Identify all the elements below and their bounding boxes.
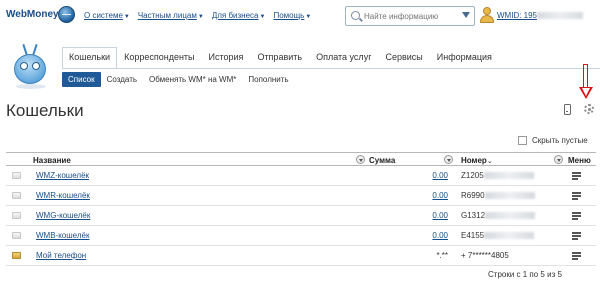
red-arrow-annotation <box>579 64 593 102</box>
sub-tabs: Список Создать Обменять WM* на WM* Попол… <box>62 72 295 87</box>
chevron-down-icon: ▼ <box>305 14 312 20</box>
nav-about-label: О системе <box>84 11 123 20</box>
table-row: WMB-кошелёк 0.00 E4155 <box>6 226 596 246</box>
wallets-table: Название Сумма Номер⌄ Меню WMZ-кошелёк 0… <box>6 152 596 266</box>
column-amount: Сумма <box>369 156 396 165</box>
subtab-topup[interactable]: Пополнить <box>242 72 294 87</box>
wallet-icon <box>12 172 21 179</box>
nav-about[interactable]: О системе▼ <box>84 11 130 20</box>
wallet-link[interactable]: Мой телефон <box>36 251 86 260</box>
search-dropdown-icon[interactable] <box>462 12 470 18</box>
row-menu-icon[interactable] <box>572 192 582 200</box>
tab-send[interactable]: Отправить <box>250 47 309 69</box>
main-tabs: Кошельки Корреспонденты История Отправит… <box>62 47 499 69</box>
tab-payments[interactable]: Оплата услуг <box>309 47 378 69</box>
money-icon <box>12 252 21 259</box>
wallet-amount[interactable]: 0.00 <box>432 171 448 180</box>
gear-icon[interactable] <box>584 104 594 114</box>
wmid-link[interactable]: WMID: 195 <box>497 11 584 20</box>
tab-correspondents[interactable]: Корреспонденты <box>117 47 201 69</box>
subtab-list[interactable]: Список <box>62 72 101 87</box>
wallet-amount[interactable]: 0.00 <box>432 211 448 220</box>
chevron-down-icon: ▼ <box>197 14 204 20</box>
wallet-number: + 7******4805 <box>461 251 509 260</box>
sort-down-icon: ⌄ <box>486 158 493 165</box>
wallet-link[interactable]: WMB-кошелёк <box>36 231 89 240</box>
globe-logo-icon <box>58 6 75 23</box>
tab-services[interactable]: Сервисы <box>378 47 429 69</box>
table-row: WMZ-кошелёк 0.00 Z1205 <box>6 166 596 186</box>
number-redacted <box>483 172 534 180</box>
wallet-number: G1312 <box>461 211 536 220</box>
wallet-number: E4155 <box>461 231 535 240</box>
chevron-down-icon: ▼ <box>259 14 266 20</box>
subtab-create[interactable]: Создать <box>101 72 143 87</box>
tab-history[interactable]: История <box>202 47 251 69</box>
nav-business[interactable]: Для бизнеса▼ <box>212 11 266 20</box>
column-number[interactable]: Номер⌄ <box>461 156 493 165</box>
subtab-exchange[interactable]: Обменять WM* на WM* <box>143 72 242 87</box>
nav-business-label: Для бизнеса <box>211 11 259 20</box>
wallet-amount: *.** <box>436 251 448 260</box>
wallet-icon <box>12 232 21 239</box>
table-row: WMG-кошелёк 0.00 G1312 <box>6 206 596 226</box>
column-menu: Меню <box>568 156 591 165</box>
top-nav: О системе▼ Частным лицам▼ Для бизнеса▼ П… <box>84 11 311 20</box>
search-input[interactable] <box>364 9 456 23</box>
filter-icon[interactable] <box>444 155 453 164</box>
hide-empty-toggle[interactable]: Скрыть пустые <box>518 136 588 145</box>
wallet-number: R6990 <box>461 191 535 200</box>
page-title: Кошельки <box>6 101 84 120</box>
wallet-number: Z1205 <box>461 171 534 180</box>
hide-empty-checkbox[interactable] <box>518 136 527 145</box>
wallet-icon <box>12 212 21 219</box>
wallet-icon <box>12 192 21 199</box>
nav-individuals-label: Частным лицам <box>137 11 197 20</box>
wmid-label: WMID: 195 <box>497 11 538 20</box>
phone-icon[interactable] <box>564 104 571 115</box>
table-row: Мой телефон *.** + 7******4805 <box>6 246 596 266</box>
chevron-down-icon: ▼ <box>123 14 130 20</box>
row-menu-icon[interactable] <box>572 252 582 260</box>
wallet-link[interactable]: WMR-кошелёк <box>36 191 90 200</box>
row-menu-icon[interactable] <box>572 212 582 220</box>
hide-empty-label: Скрыть пустые <box>532 136 588 145</box>
top-bar: WebMoney О системе▼ Частным лицам▼ Для б… <box>0 0 600 34</box>
wallet-number-prefix: R6990 <box>461 191 485 200</box>
tab-wallets[interactable]: Кошельки <box>62 47 118 69</box>
nav-help-label: Помощь <box>273 11 305 20</box>
filter-icon[interactable] <box>554 155 563 164</box>
mascot-image <box>6 40 58 92</box>
wallet-link[interactable]: WMZ-кошелёк <box>36 171 89 180</box>
number-redacted <box>485 212 536 220</box>
table-header: Название Сумма Номер⌄ Меню <box>6 152 596 166</box>
user-icon <box>480 7 494 23</box>
wallet-amount[interactable]: 0.00 <box>432 191 448 200</box>
column-number-label: Номер <box>461 156 487 165</box>
number-redacted <box>484 192 535 200</box>
wallet-link[interactable]: WMG-кошелёк <box>36 211 90 220</box>
wallet-number-prefix: G1312 <box>461 211 486 220</box>
table-row: WMR-кошелёк 0.00 R6990 <box>6 186 596 206</box>
number-redacted <box>484 232 535 240</box>
pagination-info: Строки с 1 по 5 из 5 <box>488 270 562 279</box>
wmid-redacted <box>537 12 584 20</box>
row-menu-icon[interactable] <box>572 232 582 240</box>
wallet-number-prefix: Z1205 <box>461 171 484 180</box>
nav-help[interactable]: Помощь▼ <box>273 11 311 20</box>
filter-icon[interactable] <box>356 155 365 164</box>
wallet-number-prefix: E4155 <box>461 231 485 240</box>
webmoney-logo[interactable]: WebMoney <box>6 9 59 20</box>
column-name: Название <box>33 156 71 165</box>
nav-individuals[interactable]: Частным лицам▼ <box>138 11 204 20</box>
wallet-amount[interactable]: 0.00 <box>432 231 448 240</box>
search-box <box>345 6 475 26</box>
tabs-divider <box>62 68 600 69</box>
row-menu-icon[interactable] <box>572 172 582 180</box>
tab-info[interactable]: Информация <box>430 47 499 69</box>
search-icon <box>351 11 360 20</box>
